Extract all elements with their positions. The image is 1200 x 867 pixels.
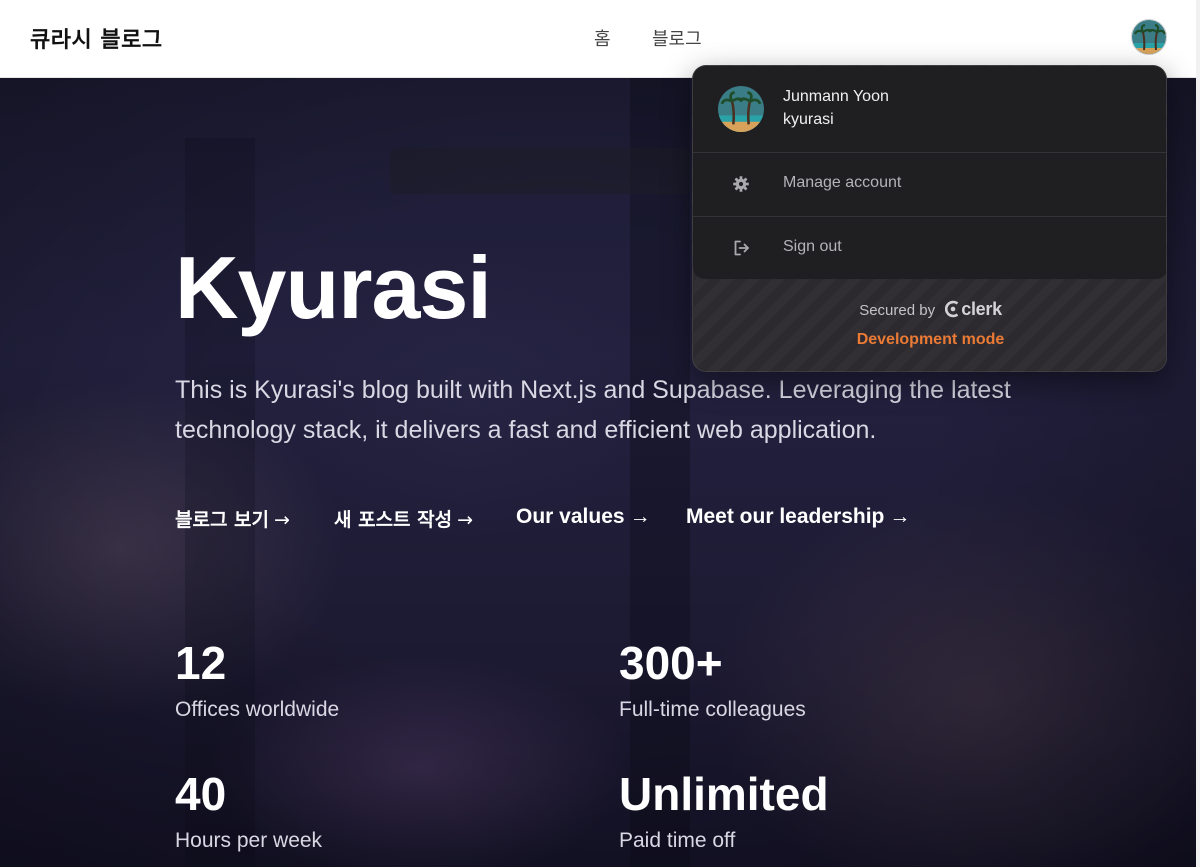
clerk-logo-icon xyxy=(945,300,961,322)
arrow-right-icon: → xyxy=(889,505,911,528)
nav-link-home[interactable]: 홈 xyxy=(594,25,611,51)
new-post-link[interactable]: 새 포스트 작성 → xyxy=(334,505,473,532)
leadership-link[interactable]: Meet our leadership → xyxy=(686,505,910,529)
user-username: kyurasi xyxy=(783,111,834,128)
arrow-right-icon: → xyxy=(274,509,290,531)
stat-offices: 12 Offices worldwide xyxy=(175,638,339,722)
gear-icon xyxy=(731,174,751,194)
stat-value: Unlimited xyxy=(619,768,829,820)
link-label: 블로그 보기 xyxy=(175,509,270,531)
palm-tree-avatar-icon xyxy=(718,86,764,132)
link-label: Meet our leadership xyxy=(686,505,885,528)
user-avatar xyxy=(718,86,764,132)
development-mode-badge: Development mode xyxy=(856,331,1005,348)
user-menu-card: Junmann Yoon kyurasi Manage account Sign… xyxy=(693,66,1166,279)
sign-out-icon xyxy=(731,238,751,258)
manage-account-label: Manage account xyxy=(783,174,902,191)
stat-value: 12 xyxy=(175,637,227,689)
manage-account-button[interactable]: Manage account xyxy=(693,153,1166,215)
hero-description: This is Kyurasi's blog built with Next.j… xyxy=(175,376,1011,444)
hero-title: Kyurasi xyxy=(175,238,492,337)
link-label: 새 포스트 작성 xyxy=(334,509,453,531)
secured-by-label: Secured by xyxy=(859,302,936,319)
user-menu-popover: Junmann Yoon kyurasi Manage account Sign… xyxy=(692,65,1167,372)
user-avatar-button[interactable] xyxy=(1131,19,1167,55)
arrow-right-icon: → xyxy=(629,505,651,528)
scrollbar-track[interactable] xyxy=(1196,0,1200,867)
palm-tree-avatar-icon xyxy=(1132,20,1166,54)
nav-link-blog[interactable]: 블로그 xyxy=(652,25,702,51)
view-blog-link[interactable]: 블로그 보기 → xyxy=(175,505,290,532)
stat-hours: 40 Hours per week xyxy=(175,769,322,853)
our-values-link[interactable]: Our values → xyxy=(516,505,651,529)
stat-label: Full-time colleagues xyxy=(619,698,806,721)
site-brand[interactable]: 큐라시 블로그 xyxy=(30,22,163,54)
stat-value: 40 xyxy=(175,768,227,820)
stat-colleagues: 300+ Full-time colleagues xyxy=(619,638,806,722)
stat-label: Paid time off xyxy=(619,829,736,852)
link-label: Our values xyxy=(516,505,625,528)
user-full-name: Junmann Yoon xyxy=(783,88,889,105)
arrow-right-icon: → xyxy=(457,509,474,531)
stat-label: Offices worldwide xyxy=(175,698,340,721)
clerk-wordmark: clerk xyxy=(961,299,1002,319)
stat-value: 300+ xyxy=(619,637,723,689)
sign-out-button[interactable]: Sign out xyxy=(693,217,1166,279)
stat-paid-time-off: Unlimited Paid time off xyxy=(619,769,829,853)
secured-by-clerk[interactable]: Secured by clerk xyxy=(693,299,1166,322)
stat-label: Hours per week xyxy=(175,829,323,852)
sign-out-label: Sign out xyxy=(783,238,842,255)
